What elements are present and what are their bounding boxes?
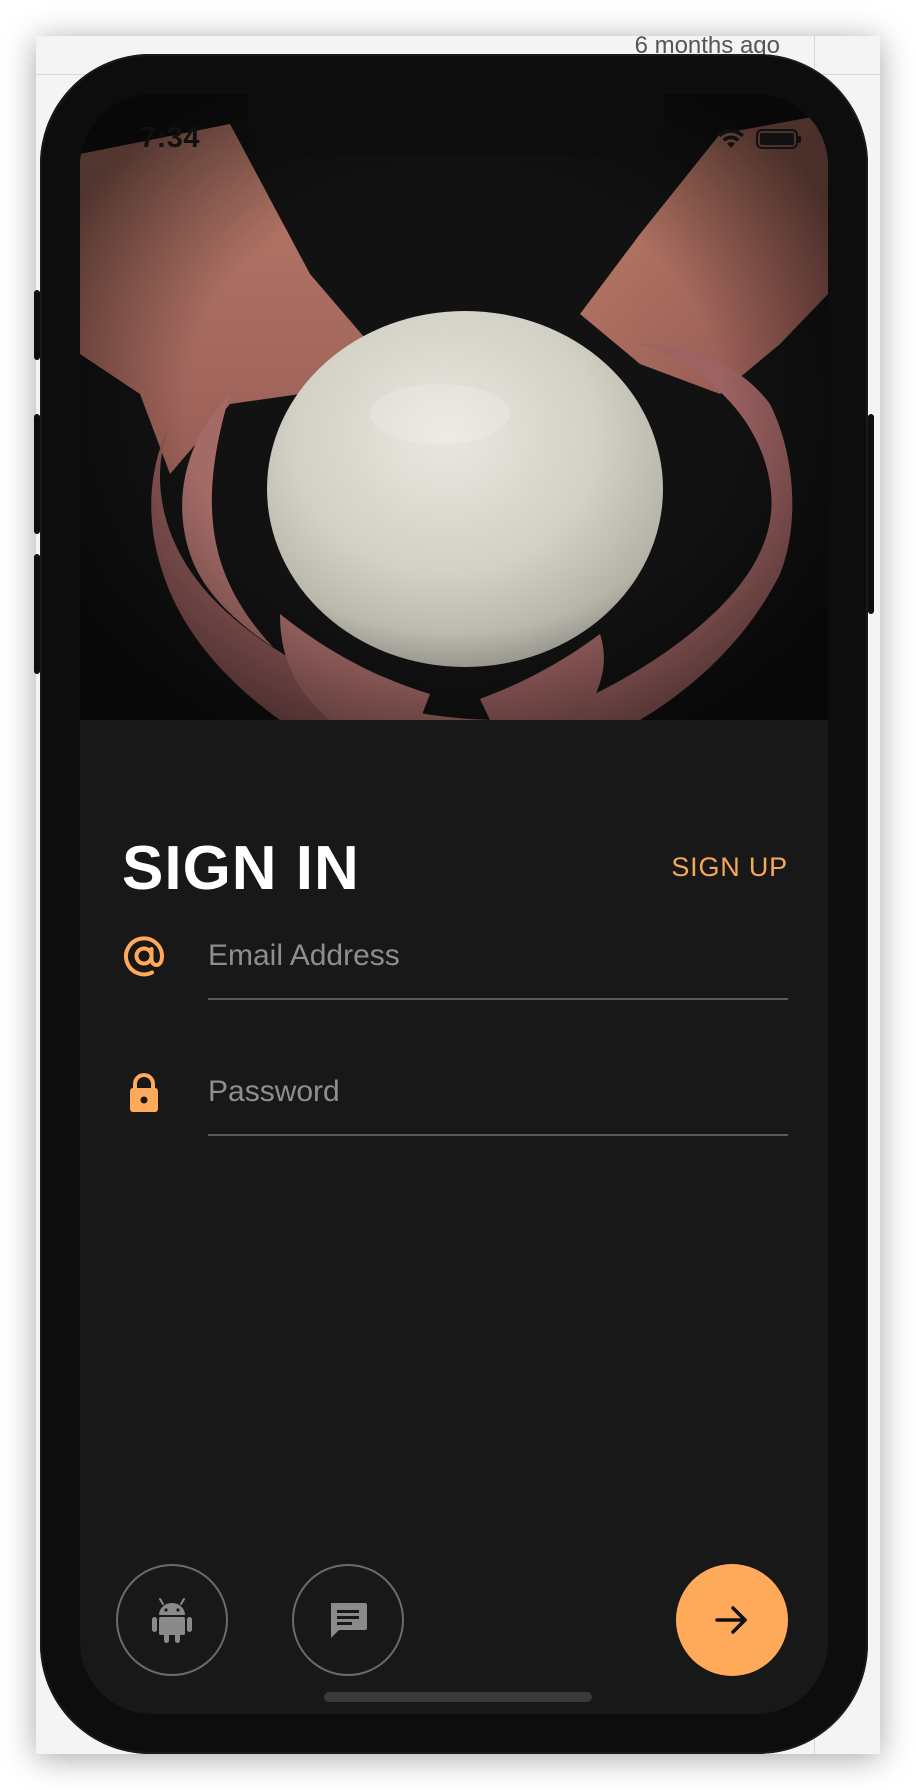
home-indicator[interactable] (324, 1692, 592, 1702)
password-field[interactable] (208, 1066, 788, 1136)
dough-photo (80, 94, 828, 720)
device-notch (248, 94, 664, 154)
password-row (122, 1066, 788, 1146)
app-screen: 7:34 SIGN IN SIGN UP (80, 94, 828, 1714)
android-sign-in-button[interactable] (116, 1564, 228, 1676)
volume-up-button (34, 414, 40, 534)
status-icons (716, 124, 801, 154)
sign-up-link[interactable]: SIGN UP (671, 852, 788, 883)
phone-frame: 7:34 SIGN IN SIGN UP (34, 54, 874, 1754)
power-button (868, 414, 874, 614)
chat-icon (331, 1603, 367, 1638)
page-title: SIGN IN (122, 834, 360, 903)
hero-image (80, 94, 828, 720)
lock-icon (122, 1070, 166, 1114)
status-time: 7:34 (140, 122, 201, 154)
submit-button[interactable] (676, 1564, 788, 1676)
wifi-icon (718, 129, 744, 148)
volume-down-button (34, 554, 40, 674)
arrow-right-icon (715, 1606, 747, 1634)
battery-icon (756, 129, 801, 149)
mute-switch (34, 290, 40, 360)
at-sign-icon (122, 934, 166, 978)
email-row (122, 930, 788, 1010)
android-icon (152, 1598, 192, 1643)
chat-sign-in-button[interactable] (292, 1564, 404, 1676)
email-field[interactable] (208, 930, 788, 1000)
